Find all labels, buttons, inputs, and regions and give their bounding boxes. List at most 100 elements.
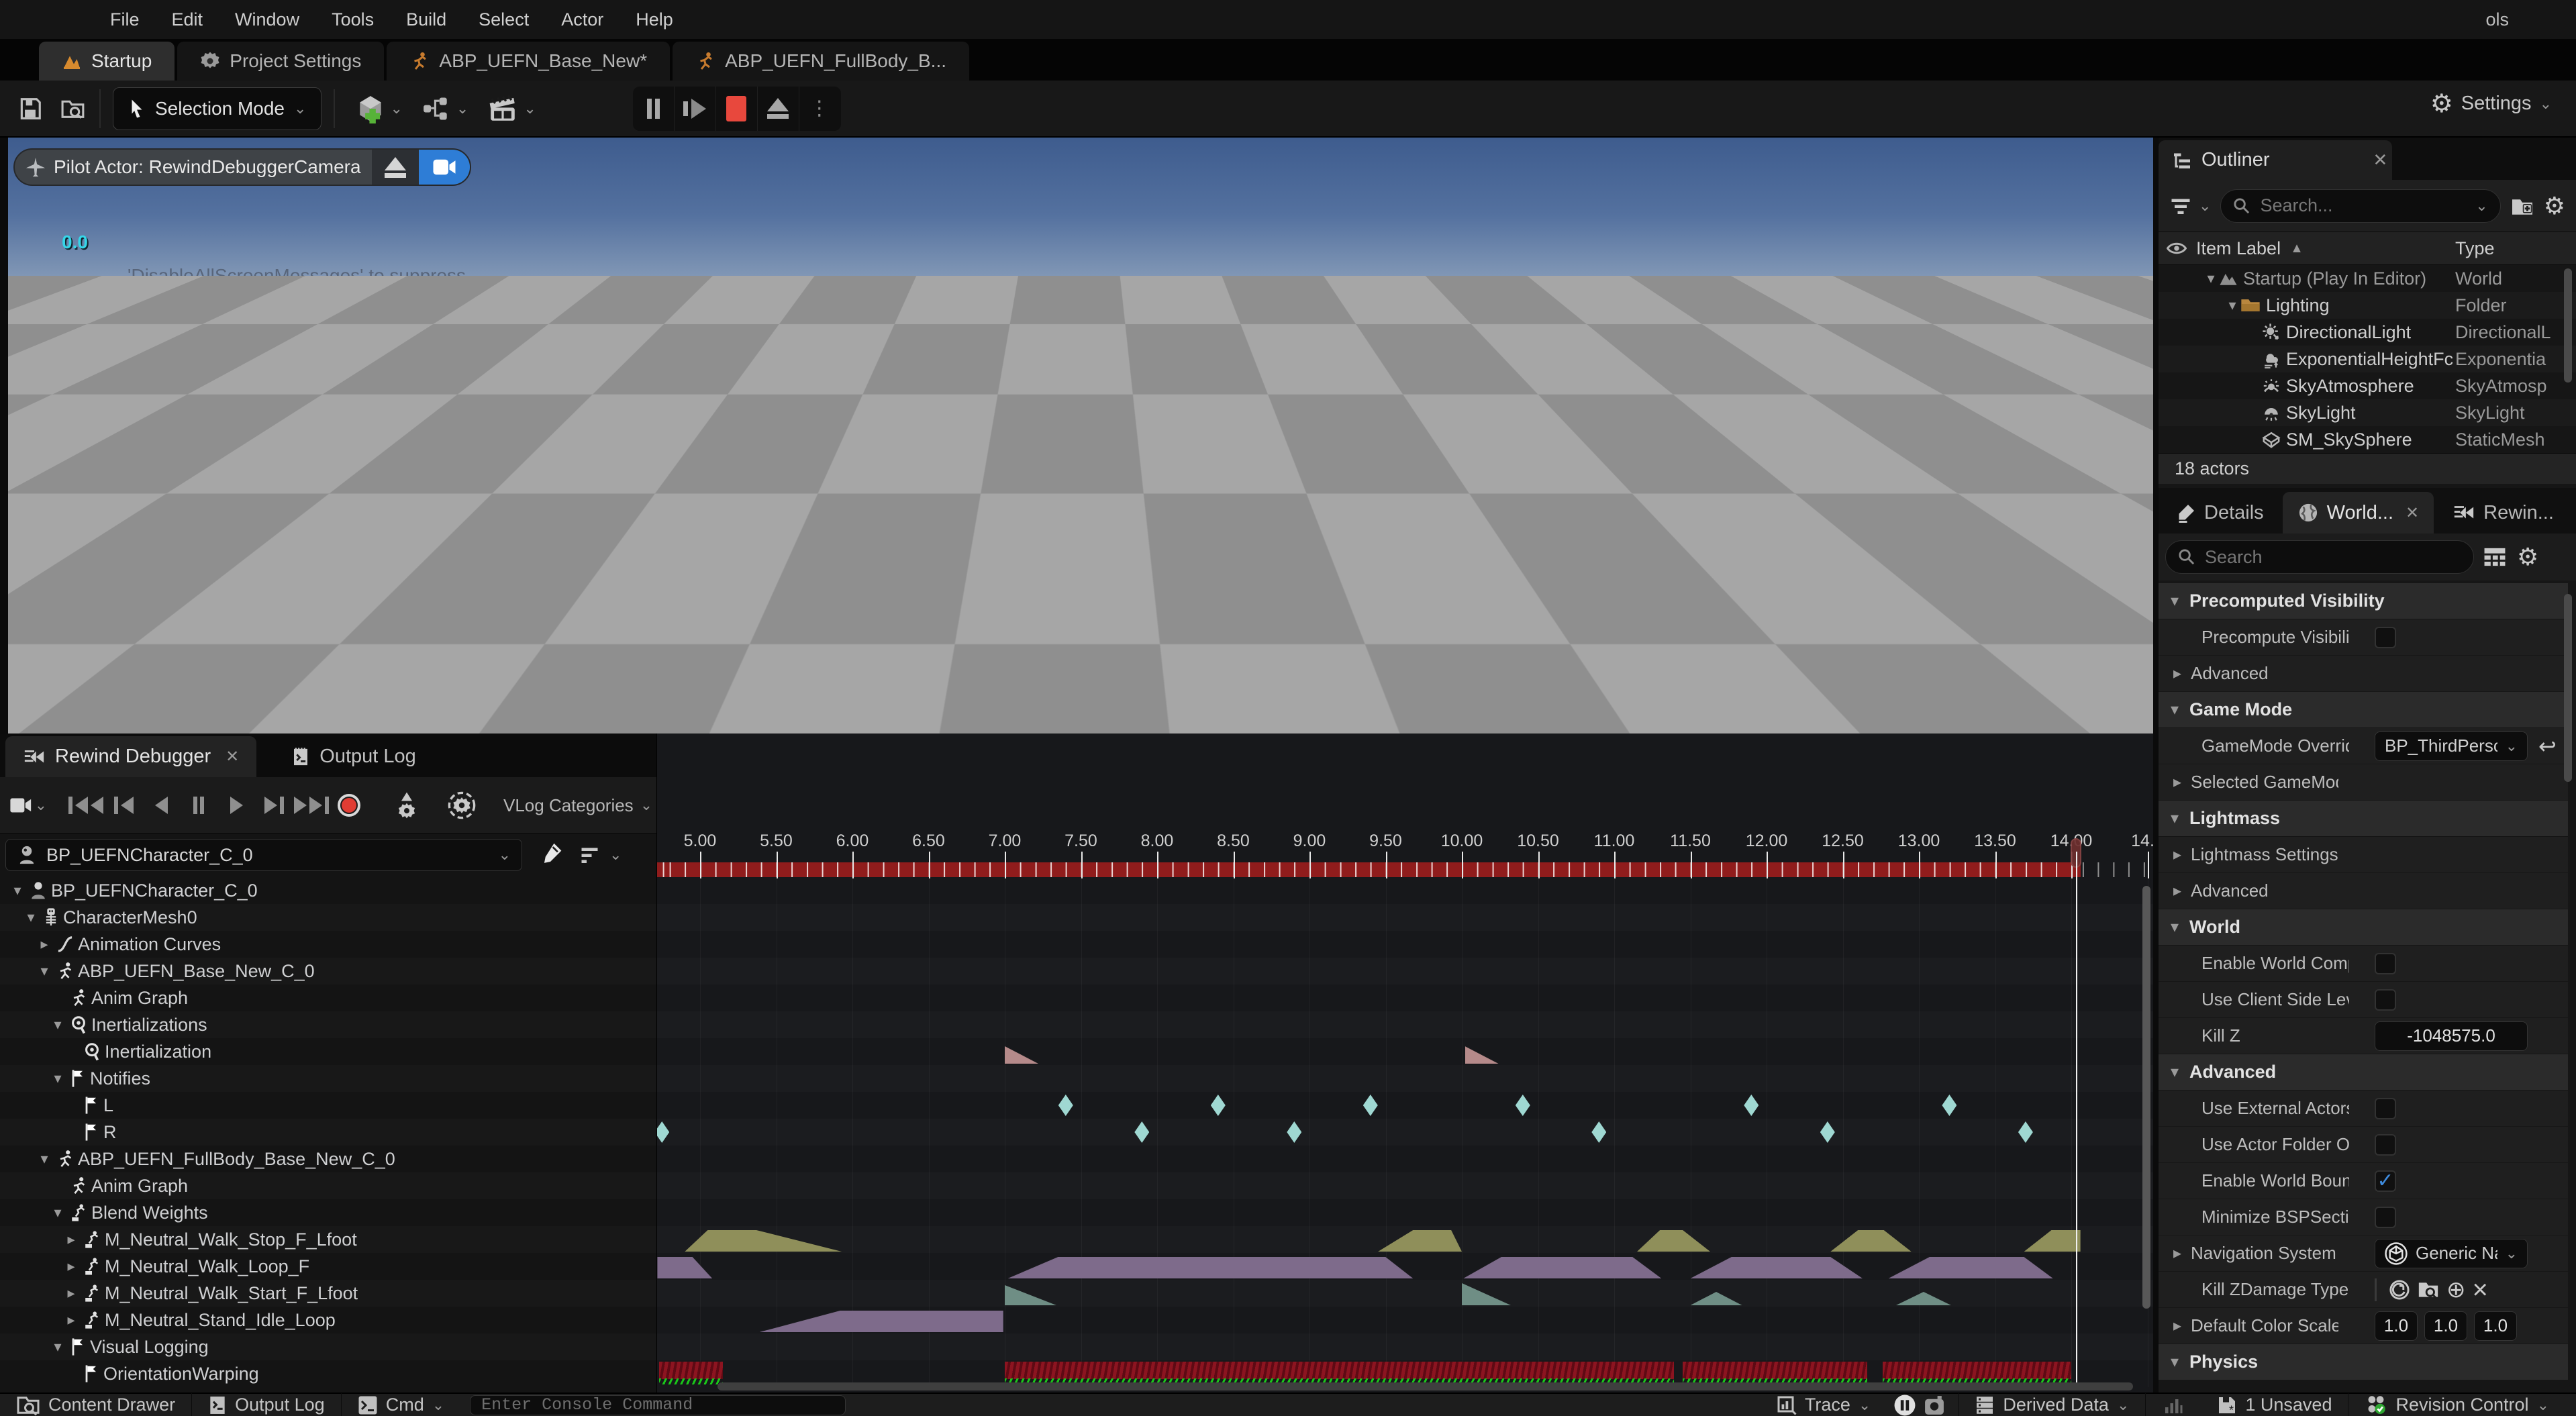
notify-event-diamond[interactable] [1058, 1095, 1073, 1116]
details-search-input[interactable]: Search [2165, 540, 2474, 574]
checkbox-unchecked[interactable] [2375, 1098, 2396, 1119]
tree-row[interactable]: Anim Graph [0, 1172, 656, 1199]
transport-options-button[interactable]: ⋮ [799, 87, 841, 131]
tab-startup[interactable]: Startup [39, 42, 175, 81]
expander-right-icon[interactable]: ▸ [2173, 772, 2181, 792]
menu-item-help[interactable]: Help [620, 9, 689, 30]
section-header-game-mode[interactable]: ▾Game Mode [2159, 692, 2568, 728]
unsaved-button[interactable]: * 1 Unsaved [2201, 1393, 2348, 1416]
tree-row[interactable]: ▾Inertializations [0, 1011, 656, 1038]
rewind-camera-mode-button[interactable]: ⌄ [9, 787, 47, 824]
pause-trace-icon[interactable] [1893, 1394, 1916, 1416]
find-in-content-browser-icon[interactable] [60, 96, 87, 121]
vlog-categories-dropdown[interactable]: VLog Categories⌄ [503, 795, 652, 816]
tree-row[interactable]: Anim Graph [0, 984, 656, 1011]
expander-icon[interactable]: ▸ [64, 1258, 78, 1275]
settings-dropdown[interactable]: ⚙ Settings ⌄ [2430, 89, 2552, 119]
color-scale-input[interactable]: 1.0 [2375, 1311, 2418, 1341]
expander-down-icon[interactable]: ▾ [51, 1016, 64, 1033]
nav-system-config-dropdown[interactable]: Generic Na⌄ [2375, 1239, 2528, 1268]
outliner-row[interactable]: DirectionalLightDirectionalL [2159, 319, 2576, 346]
viewport-3d[interactable]: Pilot Actor: RewindDebuggerCamera 0.0 'D… [8, 138, 2153, 734]
trace-dropdown[interactable]: Trace ⌄ [1761, 1393, 1887, 1416]
expander-down-icon[interactable]: ▾ [51, 1204, 64, 1221]
browse-icon[interactable] [2417, 1280, 2440, 1300]
tree-row[interactable]: ▾Notifies [0, 1065, 656, 1092]
color-scale-input[interactable]: 1.0 [2474, 1311, 2517, 1341]
tab-details[interactable]: Details [2161, 492, 2279, 534]
tree-row[interactable]: ▸M_Neutral_Walk_Stop_F_Lfoot [0, 1226, 656, 1253]
close-icon[interactable]: ✕ [226, 747, 239, 766]
expander-right-icon[interactable]: ▸ [2173, 881, 2181, 901]
expander-icon[interactable]: ▸ [64, 1231, 78, 1248]
tree-row[interactable]: L [0, 1092, 656, 1119]
expander-down-icon[interactable]: ▾ [24, 909, 38, 926]
timeline-vertical-scrollbar[interactable] [2142, 886, 2150, 1309]
menu-item-build[interactable]: Build [390, 9, 462, 30]
previous-frame-button[interactable] [105, 787, 142, 824]
checkbox-unchecked[interactable] [2375, 953, 2396, 974]
tree-row[interactable]: ▸M_Neutral_Walk_Start_F_Lfoot [0, 1280, 656, 1307]
camera-view-toggle-button[interactable] [419, 148, 470, 186]
menu-item-window[interactable]: Window [219, 9, 315, 30]
notify-event-diamond[interactable] [1211, 1095, 1226, 1116]
outliner-row[interactable]: ExponentialHeightFcExponentia [2159, 346, 2576, 372]
expander-down-icon[interactable]: ▾ [11, 882, 24, 899]
menu-item-tools[interactable]: Tools [315, 9, 390, 30]
outliner-scrollbar[interactable] [2564, 268, 2572, 383]
menu-item-actor[interactable]: Actor [545, 9, 620, 30]
tab-project-settings[interactable]: Project Settings [177, 42, 384, 81]
tab-rewin-[interactable]: Rewin... [2438, 492, 2569, 534]
notify-event-diamond[interactable] [1516, 1095, 1530, 1116]
create-folder-icon[interactable] [2510, 195, 2534, 217]
reset-to-default-icon[interactable]: ↩ [2538, 734, 2557, 759]
notify-event-diamond[interactable] [1942, 1095, 1956, 1116]
console-command-input[interactable]: Enter Console Command [470, 1395, 846, 1415]
chevron-down-icon[interactable]: ⌄ [2199, 197, 2211, 215]
tree-filter-icon[interactable] [579, 845, 603, 865]
ruler-recorded-band[interactable] [657, 862, 2081, 877]
derived-data-dropdown[interactable]: Derived Data ⌄ [1958, 1393, 2146, 1416]
expander-right-icon[interactable]: ▸ [2173, 1316, 2181, 1335]
tab-rewind-debugger[interactable]: Rewind Debugger✕ [5, 736, 256, 777]
tree-row[interactable]: Inertialization [0, 1038, 656, 1065]
menu-item-edit[interactable]: Edit [156, 9, 219, 30]
skip-to-end-button[interactable] [293, 787, 330, 824]
stop-button[interactable] [716, 87, 758, 131]
outliner-row[interactable]: ▾LightingFolder [2159, 292, 2576, 319]
section-header-precomputed-visibility[interactable]: ▾Precomputed Visibility [2159, 583, 2568, 619]
tree-row[interactable]: ▾Visual Logging [0, 1333, 656, 1360]
checkbox-unchecked[interactable] [2375, 627, 2396, 648]
skip-to-start-button[interactable] [67, 787, 105, 824]
expander-icon[interactable]: ▸ [64, 1284, 78, 1302]
close-icon[interactable]: ✕ [2373, 150, 2388, 170]
expander-right-icon[interactable]: ▸ [2173, 845, 2181, 864]
clear-icon[interactable]: × [2473, 1276, 2488, 1303]
frame-skip-button[interactable] [675, 87, 716, 131]
eyedropper-icon[interactable] [537, 841, 564, 869]
outliner-settings-gear-icon[interactable]: ⚙ [2544, 192, 2565, 220]
content-drawer-button[interactable]: Content Drawer [0, 1393, 192, 1416]
tree-row[interactable]: R [0, 1119, 656, 1146]
tree-row[interactable]: ▾ABP_UEFN_FullBody_Base_New_C_0 [0, 1146, 656, 1172]
close-icon[interactable]: ✕ [2406, 503, 2419, 523]
screenshot-trace-icon[interactable] [1923, 1394, 1946, 1416]
tree-row[interactable]: OrientationWarping [0, 1360, 656, 1387]
play-button[interactable] [217, 787, 255, 824]
blueprints-button[interactable]: ⌄ [412, 88, 478, 130]
debug-target-dropdown[interactable]: BP_UEFNCharacter_C_0 ⌄ [5, 839, 522, 871]
output-log-button[interactable]: Output Log [192, 1393, 342, 1416]
tree-row[interactable]: ▾ABP_UEFN_Base_New_C_0 [0, 958, 656, 984]
expander-down-icon[interactable]: ▾ [38, 962, 51, 980]
checkbox-unchecked[interactable] [2375, 1134, 2396, 1156]
tab-output-log[interactable]: Output Log [274, 736, 434, 777]
section-header-lightmass[interactable]: ▾Lightmass [2159, 801, 2568, 837]
add-icon[interactable]: ⊕ [2446, 1276, 2466, 1303]
menu-item-file[interactable]: File [94, 9, 156, 30]
use-asset-icon[interactable] [2389, 1279, 2410, 1301]
details-scrollbar[interactable] [2564, 594, 2572, 782]
expander-down-icon[interactable]: ▾ [51, 1070, 64, 1087]
chevron-down-icon[interactable]: ⌄ [609, 846, 622, 864]
next-frame-button[interactable] [255, 787, 293, 824]
checkbox-unchecked[interactable] [2375, 989, 2396, 1011]
